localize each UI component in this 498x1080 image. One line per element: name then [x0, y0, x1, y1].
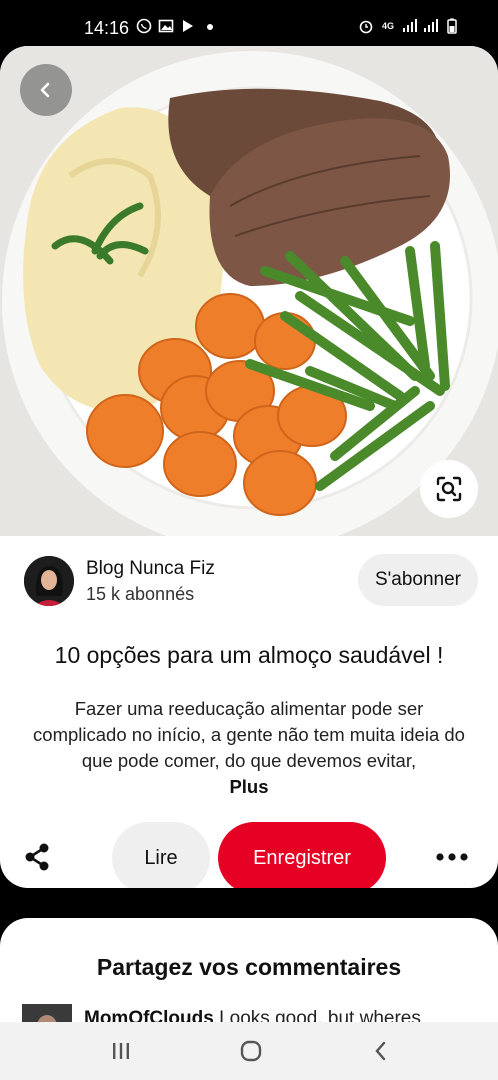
pin-description: Fazer uma reeducação alimentar pode ser …: [26, 696, 472, 800]
system-nav-bar: [0, 1022, 498, 1080]
comments-section: Partagez vos commentaires MomOfClouds Lo…: [0, 918, 498, 1038]
share-button[interactable]: [18, 838, 56, 876]
gallery-icon: [158, 18, 174, 34]
comments-title: Partagez vos commentaires: [96, 954, 402, 980]
alarm-icon: [358, 18, 374, 34]
food-illustration: [2, 51, 498, 536]
back-arrow-icon: [375, 1041, 386, 1061]
pin-title: 10 opções para um almoço saudável !: [54, 642, 444, 668]
back-button[interactable]: [20, 64, 72, 116]
save-button[interactable]: Enregistrer: [218, 822, 386, 888]
visual-search-button[interactable]: [420, 460, 478, 518]
pin-card: Blog Nunca Fiz 15 k abonnés S'abonner 10…: [0, 46, 498, 888]
back-nav-button[interactable]: [366, 1036, 396, 1066]
battery-icon: [444, 18, 460, 34]
home-button[interactable]: [236, 1036, 266, 1066]
action-bar: Lire Enregistrer: [0, 820, 498, 888]
lens-icon: [436, 476, 462, 502]
4g-icon: 4G: [381, 21, 394, 31]
signal-icon-2: [423, 18, 439, 34]
subscribe-button[interactable]: S'abonner: [358, 554, 478, 606]
status-bar: 14:16 4G: [0, 0, 498, 52]
share-icon: [25, 843, 49, 871]
status-icons-left: [136, 18, 218, 34]
recent-apps-button[interactable]: [106, 1036, 136, 1066]
read-button[interactable]: Lire: [112, 822, 210, 888]
play-store-icon: [180, 18, 196, 34]
home-icon: [240, 1040, 262, 1062]
status-icons-right: 4G: [358, 18, 460, 34]
creator-row: Blog Nunca Fiz 15 k abonnés S'abonner: [24, 554, 484, 608]
recent-apps-icon: [113, 1043, 129, 1059]
pin-image[interactable]: [0, 46, 498, 536]
whatsapp-icon: [136, 18, 152, 34]
more-link[interactable]: Plus: [26, 774, 472, 800]
pin-description-text: Fazer uma reeducação alimentar pode ser …: [33, 698, 465, 771]
more-options-button[interactable]: [430, 840, 474, 874]
creator-name[interactable]: Blog Nunca Fiz: [86, 558, 215, 580]
signal-icon: [402, 18, 418, 34]
creator-avatar[interactable]: [24, 556, 74, 606]
chevron-left-icon: [40, 82, 50, 98]
more-dots-icon: [436, 853, 468, 861]
status-time: 14:16: [84, 18, 130, 38]
avatar-image: [24, 556, 74, 606]
dot-icon: [202, 18, 218, 34]
creator-followers: 15 k abonnés: [86, 584, 195, 604]
